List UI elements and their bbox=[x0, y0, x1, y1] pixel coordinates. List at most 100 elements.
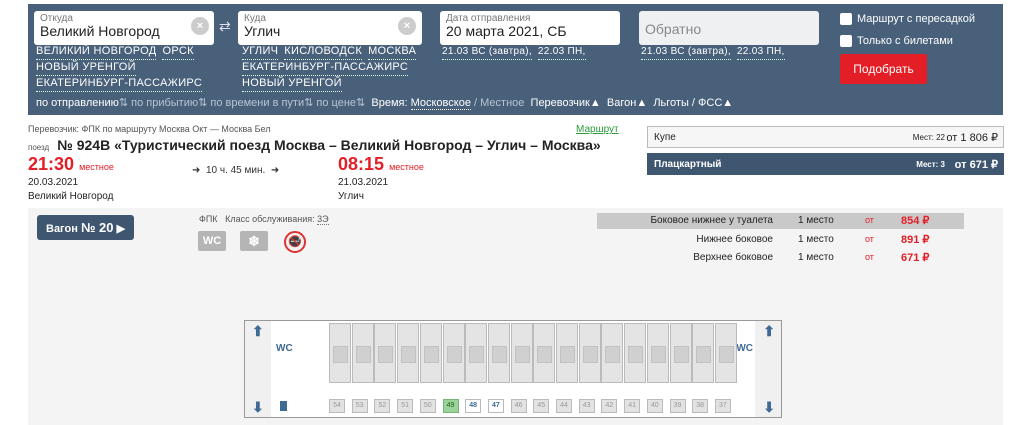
benefits-filter[interactable]: Льготы / ФСС bbox=[653, 97, 722, 109]
side-seat[interactable]: 39 bbox=[669, 399, 686, 413]
side-seat[interactable]: 42 bbox=[601, 399, 618, 413]
tickets-checkbox[interactable]: Только с билетами bbox=[840, 35, 953, 47]
route-link[interactable]: Маршрут bbox=[576, 124, 619, 135]
class-name: Купе bbox=[654, 132, 676, 143]
price-from: от bbox=[865, 215, 874, 225]
class-coupe[interactable]: Купе Мест: 22 от 1 806 ₽ bbox=[647, 126, 1004, 148]
compartment bbox=[556, 323, 578, 383]
side-seat[interactable]: 47 bbox=[487, 399, 504, 413]
side-seat[interactable]: 49 bbox=[442, 399, 459, 413]
side-seat[interactable]: 38 bbox=[692, 399, 709, 413]
depart-date-field[interactable]: Дата отправления 20 марта 2021, СБ bbox=[440, 11, 620, 45]
compartment bbox=[329, 323, 351, 383]
class-platzkart[interactable]: Плацкартный Мест: 3 от 671 ₽ bbox=[647, 153, 1004, 175]
side-seat[interactable]: 44 bbox=[556, 399, 572, 413]
train-title: поезд № 924В «Туристический поезд Москва … bbox=[28, 137, 601, 153]
compartment bbox=[624, 323, 647, 383]
service-class[interactable]: 3Э bbox=[317, 214, 329, 225]
to-value[interactable]: Углич bbox=[244, 23, 280, 39]
clear-to-icon[interactable]: × bbox=[398, 17, 416, 35]
compartment bbox=[646, 323, 669, 383]
compartment bbox=[601, 323, 624, 383]
sort-by-price[interactable]: по цене bbox=[316, 97, 356, 109]
sort-by-duration[interactable]: по времени в пути bbox=[210, 97, 304, 109]
clear-from-icon[interactable]: × bbox=[191, 17, 209, 35]
suggestion[interactable]: НОВЫЙ УРЕНГОЙ bbox=[36, 60, 136, 76]
from-suggestions: ВЕЛИКИЙ НОВГОРОД ОРСК НОВЫЙ УРЕНГОЙЕКАТЕРИ… bbox=[36, 44, 216, 92]
from-field[interactable]: Откуда Великий Новгород × bbox=[34, 11, 214, 45]
time-local[interactable]: Местное bbox=[480, 97, 524, 109]
wagon-seat-map: ⬆ ⬇ ⬆ ⬇ WC WC 54 53 52 51 50 49 48 47 46 45 44 43 42… bbox=[244, 320, 782, 418]
compartment bbox=[578, 323, 601, 383]
suggestion[interactable]: УГЛИЧ bbox=[242, 44, 279, 60]
seat-type-row[interactable]: Боковое нижнее у туалета 1 место от 854 ₽ bbox=[597, 213, 964, 229]
seat-price: 671 ₽ bbox=[901, 252, 930, 264]
to-field[interactable]: Куда Углич × bbox=[238, 11, 422, 45]
suggestion[interactable]: ОРСК bbox=[162, 44, 194, 60]
suggestion[interactable]: КИСЛОВОДСК bbox=[284, 44, 363, 60]
departure-date: 20.03.2021 bbox=[28, 177, 79, 188]
side-seat[interactable]: 45 bbox=[533, 399, 550, 413]
suggestion[interactable]: НОВЫЙ УРЕНГОЙ bbox=[242, 76, 342, 92]
compartment bbox=[533, 323, 556, 383]
caret-up-icon: ▲ bbox=[722, 97, 734, 109]
swap-icon[interactable]: ⇄ bbox=[219, 18, 231, 35]
wc-label: WC bbox=[736, 343, 753, 354]
snowflake-icon: ❄ bbox=[240, 231, 268, 251]
wagon-label: Вагон bbox=[46, 223, 78, 235]
tickets-label: Только с билетами bbox=[857, 35, 953, 47]
chevron-right-icon: ▶ bbox=[116, 223, 126, 235]
from-value[interactable]: Великий Новгород bbox=[40, 23, 160, 39]
carrier-filter[interactable]: Перевозчик bbox=[531, 97, 590, 109]
duration-text: 10 ч. 45 мин. bbox=[205, 165, 266, 176]
depart-value[interactable]: 20 марта 2021, СБ bbox=[446, 23, 567, 39]
departure-time-note: местное bbox=[79, 162, 114, 172]
side-seat[interactable]: 43 bbox=[578, 399, 595, 413]
suggestion[interactable]: ЕКАТЕРИНБУРГ-ПАССАЖИРС bbox=[36, 76, 203, 92]
sort-icon: ⇅ bbox=[198, 97, 208, 109]
suggestion[interactable]: ЕКАТЕРИНБУРГ-ПАССАЖИРС bbox=[242, 60, 409, 76]
side-seat[interactable]: 51 bbox=[397, 399, 414, 413]
side-seat[interactable]: 53 bbox=[351, 399, 368, 413]
seat-price: 891 ₽ bbox=[901, 234, 930, 246]
arrival-time: 08:15 местное bbox=[338, 154, 424, 175]
quick-date[interactable]: 21.03 ВС (завтра), bbox=[442, 44, 532, 60]
seat-type-name: Нижнее боковое bbox=[696, 234, 773, 245]
seat-type-row[interactable]: Верхнее боковое 1 место от 671 ₽ bbox=[597, 250, 964, 266]
seat-type-row[interactable]: Нижнее боковое 1 место от 891 ₽ bbox=[597, 232, 964, 248]
return-placeholder[interactable]: Обратно bbox=[645, 21, 701, 37]
sort-by-departure[interactable]: по отправлению bbox=[36, 97, 119, 109]
car-filter[interactable]: Вагон bbox=[607, 97, 636, 109]
quick-date[interactable]: 21.03 ВС (завтра), bbox=[641, 44, 731, 60]
side-seat[interactable]: 41 bbox=[624, 399, 641, 413]
class-name: Плацкартный bbox=[654, 159, 722, 170]
side-seat[interactable]: 48 bbox=[465, 399, 482, 413]
time-moscow[interactable]: Московское bbox=[410, 97, 471, 110]
sort-by-arrival[interactable]: по прибытию bbox=[131, 97, 198, 109]
suggestion[interactable]: ВЕЛИКИЙ НОВГОРОД bbox=[36, 44, 157, 60]
transfer-checkbox[interactable]: Маршрут с пересадкой bbox=[840, 13, 975, 25]
side-seat[interactable]: 50 bbox=[419, 399, 436, 413]
side-seat[interactable]: 46 bbox=[510, 399, 527, 413]
side-seat[interactable]: 52 bbox=[374, 399, 391, 413]
side-seat[interactable]: 37 bbox=[714, 399, 731, 413]
side-seat[interactable]: 40 bbox=[646, 399, 663, 413]
checkbox-box[interactable] bbox=[840, 13, 852, 25]
checkbox-box[interactable] bbox=[840, 35, 852, 47]
quick-date[interactable]: 22.03 ПН, bbox=[537, 44, 586, 60]
departure-time-value: 21:30 bbox=[28, 154, 75, 174]
search-button[interactable]: Подобрать bbox=[840, 54, 927, 84]
compartment bbox=[351, 323, 374, 383]
wagon-select-button[interactable]: Вагон № 20 ▶ bbox=[37, 215, 134, 240]
quick-date[interactable]: 22.03 ПН, bbox=[736, 44, 785, 60]
class-price: от 671 ₽ bbox=[955, 158, 998, 171]
compartment bbox=[669, 323, 692, 383]
train-prefix: поезд bbox=[28, 143, 50, 152]
departure-station: Великий Новгород bbox=[28, 191, 114, 202]
side-seat[interactable]: 54 bbox=[329, 399, 345, 413]
compartment bbox=[465, 323, 488, 383]
suggestion[interactable]: МОСКВА bbox=[368, 44, 417, 60]
price-from: от bbox=[954, 159, 967, 171]
return-date-field[interactable]: Обратно bbox=[639, 11, 819, 45]
to-suggestions: УГЛИЧ КИСЛОВОДСК МОСКВАЕКАТЕРИНБУРГ-ПАССАЖ… bbox=[242, 44, 432, 92]
